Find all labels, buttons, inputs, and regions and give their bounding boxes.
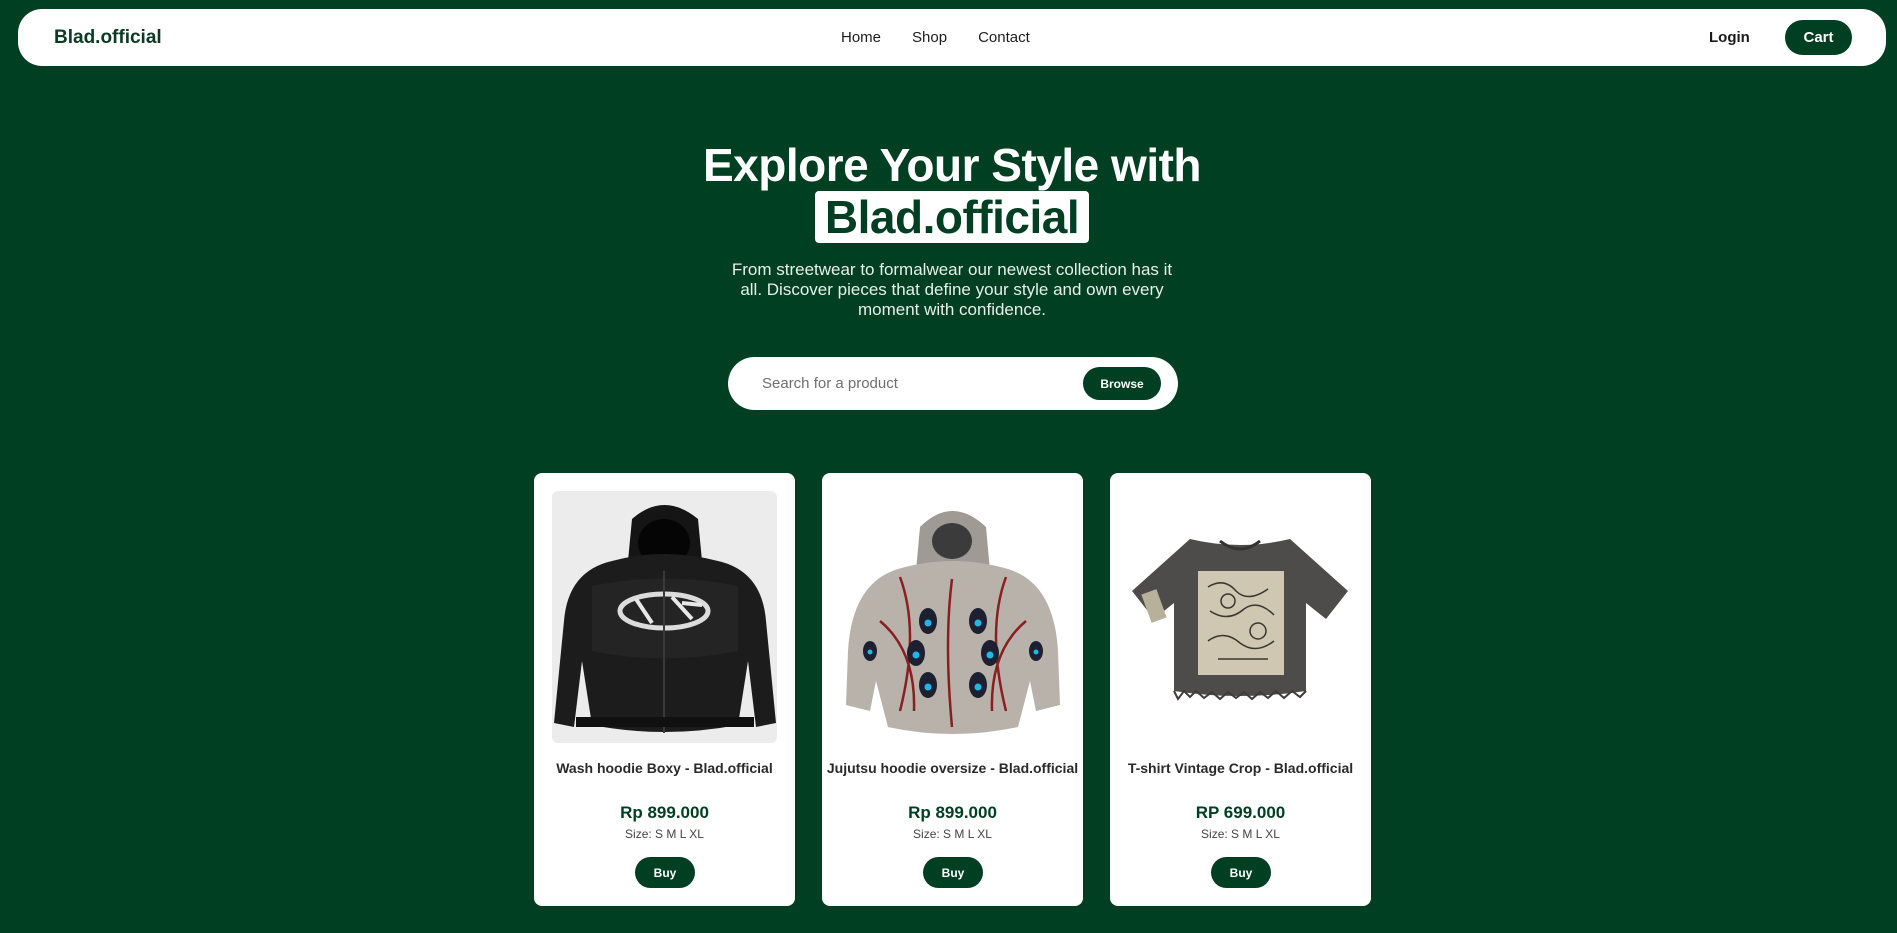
hero-brand-wrap: Blad.official (0, 191, 1897, 243)
brand-logo[interactable]: Blad.official (54, 9, 162, 66)
nav-links: Home Shop Contact (841, 9, 1030, 66)
hero-brand-highlight: Blad.official (814, 191, 1090, 243)
product-sizes: Size: S M L XL (913, 827, 992, 841)
gray-eyes-hoodie-image[interactable] (840, 491, 1065, 743)
product-price: RP 699.000 (1195, 803, 1286, 822)
navbar: Blad.official Home Shop Contact Login Ca… (18, 9, 1886, 66)
buy-button[interactable]: Buy (635, 857, 695, 888)
product-sizes: Size: S M L XL (1201, 827, 1280, 841)
product-sizes: Size: S M L XL (625, 827, 704, 841)
search-bar: Browse (728, 357, 1178, 410)
hero-description: From streetwear to formalwear our newest… (731, 260, 1173, 319)
product-card: T-shirt Vintage Crop - Blad.official RP … (1110, 473, 1371, 906)
product-price: Rp 899.000 (908, 803, 997, 822)
product-price: Rp 899.000 (620, 803, 709, 822)
hero-title: Explore Your Style with (702, 139, 1202, 191)
product-card: Wash hoodie Boxy - Blad.official Rp 899.… (534, 473, 795, 906)
nav-link-shop[interactable]: Shop (912, 29, 947, 46)
buy-button[interactable]: Buy (1211, 857, 1271, 888)
product-card: Jujutsu hoodie oversize - Blad.official … (822, 473, 1083, 906)
nav-link-contact[interactable]: Contact (978, 29, 1030, 46)
browse-button[interactable]: Browse (1083, 367, 1161, 400)
search-input[interactable] (762, 357, 1062, 410)
nav-link-home[interactable]: Home (841, 29, 881, 46)
product-name[interactable]: Jujutsu hoodie oversize - Blad.official (822, 760, 1083, 777)
black-zip-hoodie-image[interactable] (552, 491, 777, 743)
cart-button[interactable]: Cart (1785, 20, 1852, 55)
buy-button[interactable]: Buy (923, 857, 983, 888)
product-name[interactable]: T-shirt Vintage Crop - Blad.official (1110, 760, 1371, 777)
product-name[interactable]: Wash hoodie Boxy - Blad.official (534, 760, 795, 777)
login-button[interactable]: Login (1709, 9, 1750, 66)
vintage-crop-tshirt-image[interactable] (1128, 491, 1353, 743)
